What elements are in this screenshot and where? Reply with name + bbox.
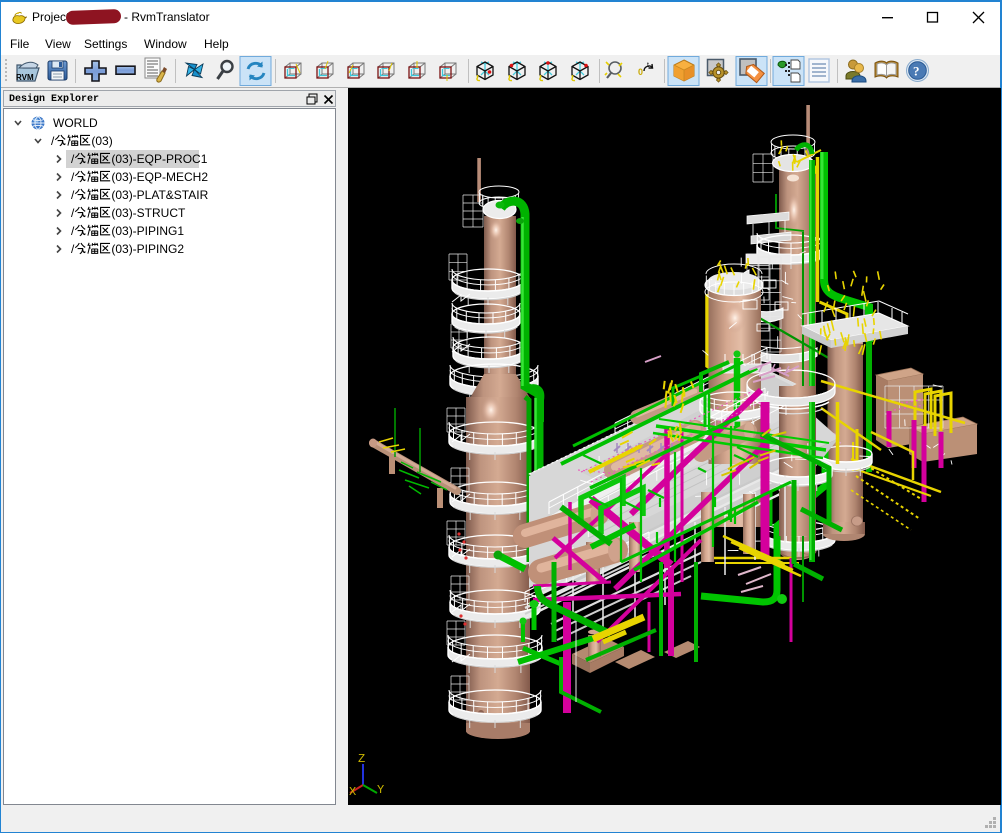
svg-text:t: t: [647, 62, 649, 69]
svg-text:0: 0: [638, 67, 643, 77]
svg-text:Z: Z: [358, 752, 365, 766]
svg-text:Y: Y: [377, 783, 384, 797]
svg-text:RVM: RVM: [16, 73, 34, 82]
svg-text:X: X: [349, 785, 356, 799]
svg-text:?: ?: [913, 64, 920, 79]
